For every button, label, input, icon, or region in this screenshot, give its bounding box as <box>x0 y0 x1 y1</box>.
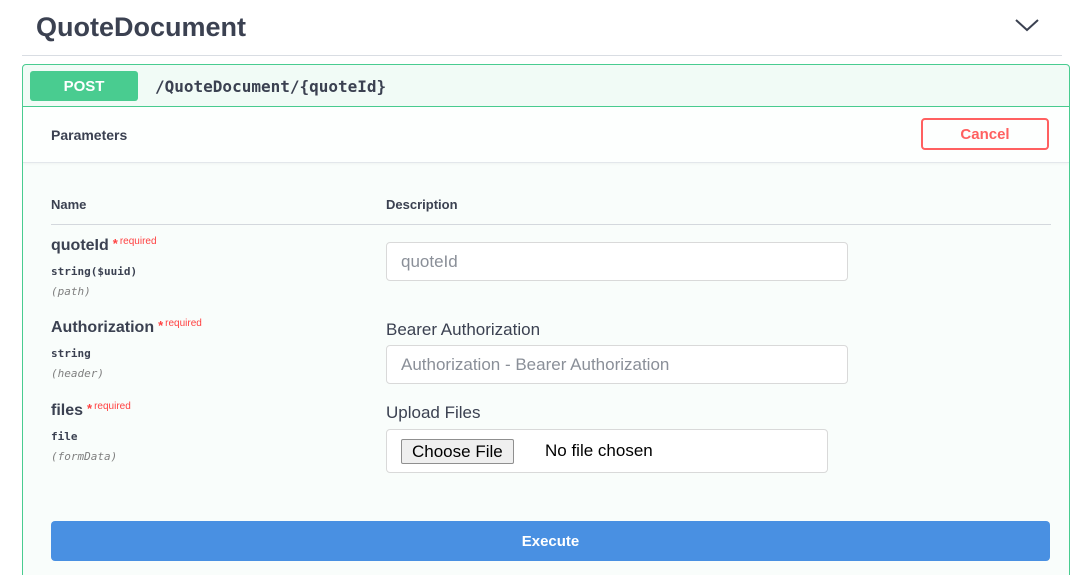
param-name-text: quoteId <box>51 237 109 254</box>
required-label: required <box>94 401 131 412</box>
parameters-title: Parameters <box>51 127 128 143</box>
column-header-description: Description <box>386 197 458 212</box>
file-status: No file chosen <box>545 441 653 460</box>
operation-path: /QuoteDocument/{quoteId} <box>155 77 387 96</box>
operation-summary[interactable]: POST /QuoteDocument/{quoteId} <box>23 65 1069 107</box>
header-divider <box>51 224 1051 225</box>
param-name-quoteid: quoteId * required <box>51 236 157 255</box>
param-name-text: files <box>51 402 84 419</box>
required-label: required <box>119 236 157 247</box>
chevron-down-icon[interactable] <box>1014 18 1040 32</box>
param-description: Upload Files <box>386 403 481 422</box>
param-location: (header) <box>51 367 104 380</box>
param-name-files: files * required <box>51 401 131 420</box>
choose-file-button[interactable]: Choose File <box>401 439 514 464</box>
required-star: * <box>158 318 164 333</box>
cancel-button[interactable]: Cancel <box>921 118 1049 150</box>
quoteid-input[interactable] <box>386 242 848 281</box>
section-title: QuoteDocument <box>36 12 247 42</box>
param-type: string($uuid) <box>51 265 138 278</box>
file-upload-field: Choose File No file chosen <box>386 429 828 473</box>
param-location: (path) <box>51 285 91 298</box>
parameters-bar: Parameters Cancel <box>23 107 1069 163</box>
param-type: string <box>51 347 91 360</box>
method-badge: POST <box>30 71 138 101</box>
param-name-text: Authorization <box>51 319 155 336</box>
required-label: required <box>165 318 202 329</box>
parameters-table: Name Description quoteId * required string… <box>23 163 1069 575</box>
param-description: Bearer Authorization <box>386 320 541 339</box>
column-header-name: Name <box>51 197 87 212</box>
authorization-input[interactable] <box>386 345 848 384</box>
param-type: file <box>51 430 78 443</box>
operation-block: POST /QuoteDocument/{quoteId} Parameters… <box>22 64 1070 575</box>
param-name-authorization: Authorization * required <box>51 318 202 337</box>
param-location: (formData) <box>51 450 118 463</box>
required-star: * <box>87 401 93 416</box>
section-header[interactable]: QuoteDocument <box>22 0 1062 56</box>
required-star: * <box>112 236 118 251</box>
execute-button[interactable]: Execute <box>51 521 1050 561</box>
